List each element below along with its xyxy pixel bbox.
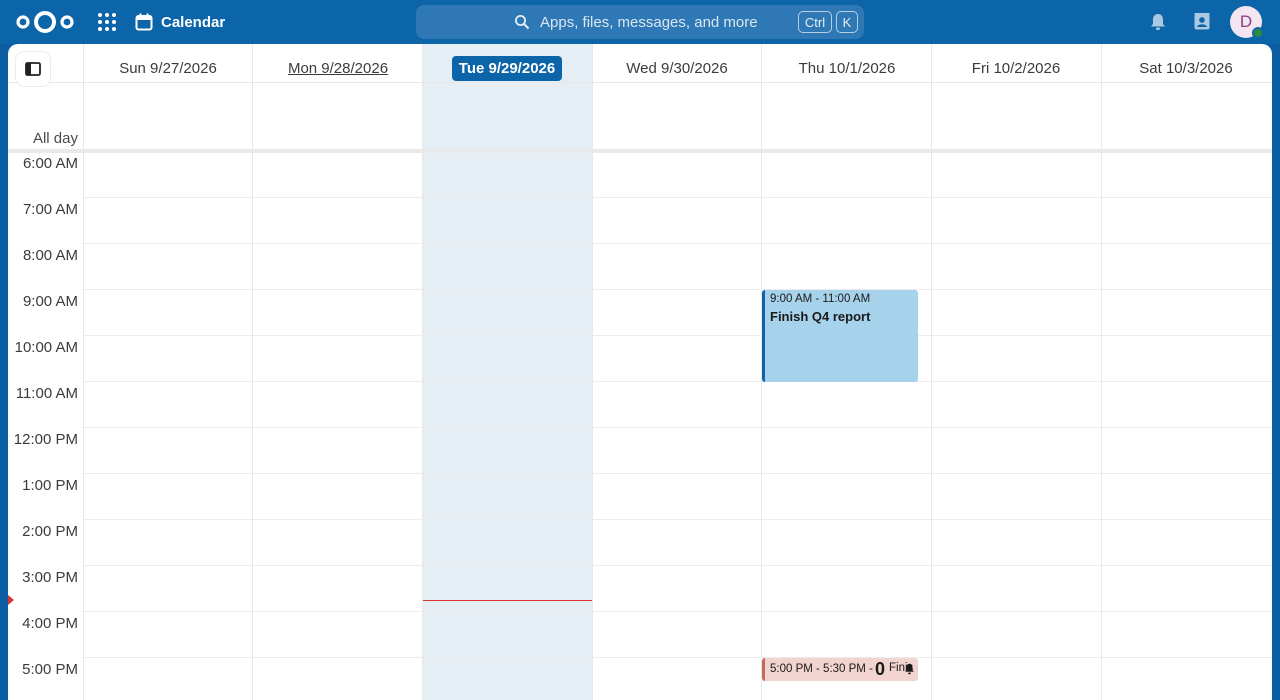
day-header-thu[interactable]: Thu 10/1/2026 (762, 56, 932, 80)
column-divider (83, 44, 84, 700)
column-divider (931, 44, 932, 700)
hour-label: 2:00 PM (22, 523, 78, 540)
avatar-initial: D (1239, 12, 1253, 31)
event-title: Finish Q4 report (770, 309, 871, 324)
hour-label: 1:00 PM (22, 477, 78, 494)
all-day-separator (8, 149, 1272, 153)
top-navigation-bar: Calendar Ctrl K D (0, 0, 1280, 44)
all-day-label: All day (32, 130, 78, 147)
hour-label: 5:00 PM (22, 661, 78, 678)
user-avatar[interactable]: D (1230, 6, 1264, 39)
hour-line (84, 473, 1272, 474)
hour-line (84, 243, 1272, 244)
hour-line (84, 519, 1272, 520)
column-divider (1101, 44, 1102, 700)
event-time: 9:00 AM - 11:00 AM (770, 293, 871, 305)
hour-line (84, 565, 1272, 566)
hour-label: 8:00 AM (22, 247, 78, 264)
hour-label: 10:00 AM (14, 339, 78, 356)
today-column-highlight (422, 44, 592, 700)
day-header-sat[interactable]: Sat 10/3/2026 (1101, 56, 1271, 80)
hour-line (84, 289, 1272, 290)
search-input[interactable] (540, 12, 790, 32)
hour-label: 12:00 PM (13, 431, 78, 448)
current-time-line (423, 600, 592, 601)
event-finish-q4-report[interactable]: 9:00 AM - 11:00 AM Finish Q4 report (762, 290, 918, 382)
calendar-icon (135, 13, 153, 31)
current-time-marker (8, 595, 14, 605)
week-grid: Sun 9/27/2026 Mon 9/28/2026 Tue 9/29/202… (8, 44, 1272, 700)
hour-label: 9:00 AM (22, 293, 78, 310)
unified-search[interactable]: Ctrl K (416, 5, 864, 39)
online-status-icon (1252, 27, 1264, 39)
event-evening[interactable]: 5:00 PM - 5:30 PM - 0 Finis (762, 658, 918, 681)
day-header-mon[interactable]: Mon 9/28/2026 (253, 56, 423, 80)
search-icon (515, 15, 530, 30)
hour-label: 7:00 AM (22, 201, 78, 218)
calendar-main: Sun 9/27/2026 Mon 9/28/2026 Tue 9/29/202… (8, 44, 1272, 700)
day-header-sun[interactable]: Sun 9/27/2026 (83, 56, 253, 80)
event-count: 0 (875, 659, 886, 679)
nextcloud-logo[interactable] (14, 9, 76, 35)
day-header-tue-today[interactable]: Tue 9/29/2026 (422, 55, 592, 81)
column-divider (422, 44, 423, 700)
notifications-bell-icon[interactable] (1148, 12, 1168, 32)
shortcut-ctrl-key: Ctrl (798, 11, 832, 33)
hour-line (84, 197, 1272, 198)
hour-line (84, 381, 1272, 382)
event-time: 5:00 PM - 5:30 PM - (770, 663, 873, 675)
current-app-calendar[interactable]: Calendar (135, 11, 225, 33)
day-header-fri[interactable]: Fri 10/2/2026 (931, 56, 1101, 80)
hour-line (84, 657, 1272, 658)
hour-line (84, 335, 1272, 336)
app-menu-grid-icon[interactable] (96, 11, 118, 33)
app-name: Calendar (161, 13, 226, 31)
header-separator (8, 82, 1272, 83)
toggle-sidebar-button[interactable] (16, 52, 50, 86)
hour-label: 6:00 AM (22, 155, 78, 172)
hour-line (84, 611, 1272, 612)
reminder-bell-icon (905, 663, 914, 675)
hour-line (84, 427, 1272, 428)
hour-label: 11:00 AM (15, 385, 78, 402)
sidebar-toggle-icon (25, 62, 41, 76)
hour-label: 4:00 PM (22, 615, 78, 632)
day-header-wed[interactable]: Wed 9/30/2026 (592, 56, 762, 80)
shortcut-k-key: K (836, 11, 858, 33)
column-divider (252, 44, 253, 700)
contacts-icon[interactable] (1192, 12, 1212, 32)
hour-label: 3:00 PM (22, 569, 78, 586)
column-divider (592, 44, 593, 700)
